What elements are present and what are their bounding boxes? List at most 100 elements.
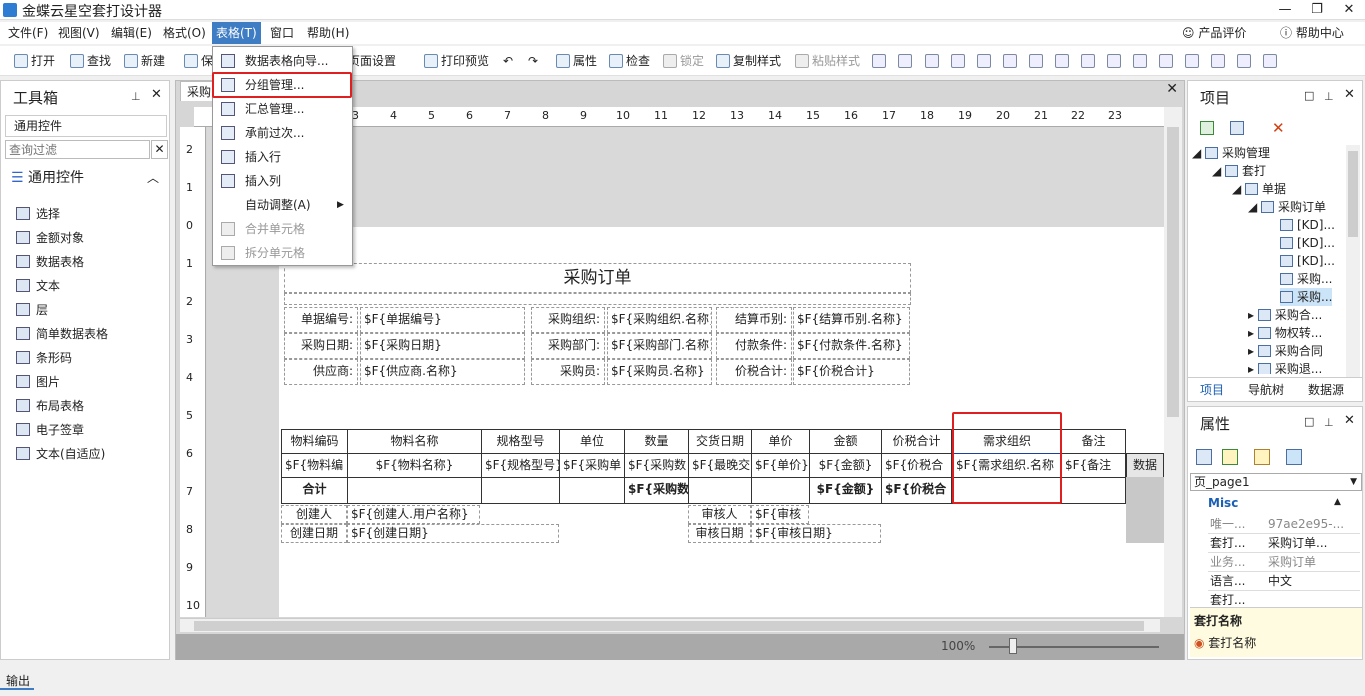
close-document-icon[interactable]: ✕ bbox=[1166, 81, 1178, 97]
detail-cell[interactable]: $F{物料名称} bbox=[347, 453, 482, 478]
footer-value[interactable]: $F{创建人.用户名称} bbox=[347, 505, 480, 524]
toolbox-item-simple-table[interactable]: 简单数据表格 bbox=[16, 323, 108, 345]
page-setup-button[interactable]: 页面设置 bbox=[348, 50, 396, 72]
tree-node[interactable]: [KD]... bbox=[1280, 252, 1335, 270]
save-button[interactable]: 保 bbox=[184, 50, 213, 72]
menu-item-carry-forward[interactable]: 承前过次... bbox=[215, 121, 350, 145]
field-value[interactable]: $F{付款条件.名称} bbox=[793, 333, 910, 359]
delete-icon[interactable]: ✕ bbox=[1272, 119, 1285, 137]
menu-edit[interactable]: 编辑(E) bbox=[107, 22, 156, 44]
menu-item-insert-column[interactable]: 插入列 bbox=[215, 169, 350, 193]
close-panel-icon[interactable]: ✕ bbox=[151, 87, 162, 102]
refresh-icon[interactable] bbox=[1200, 121, 1214, 135]
distribute-vertical-icon[interactable] bbox=[1185, 54, 1199, 68]
column-header[interactable]: 备注 bbox=[1061, 429, 1126, 454]
total-tax[interactable]: $F{价税合 bbox=[881, 477, 952, 504]
detail-cell[interactable]: $F{物料编 bbox=[281, 453, 348, 478]
detail-cell[interactable]: $F{金额} bbox=[809, 453, 882, 478]
sort-alpha-icon[interactable] bbox=[1222, 449, 1238, 465]
toolbox-item-layout-table[interactable]: 布局表格 bbox=[16, 395, 84, 417]
property-row[interactable]: 业务... 采购订单 bbox=[1208, 553, 1360, 572]
field-label[interactable]: 采购员: bbox=[531, 359, 605, 385]
object-selector[interactable]: 页_page1 ▼ bbox=[1190, 473, 1362, 491]
field-label[interactable]: 采购组织: bbox=[531, 307, 605, 333]
clear-filter-icon[interactable]: ✕ bbox=[151, 140, 168, 159]
column-header[interactable]: 规格型号 bbox=[481, 429, 560, 454]
new-button[interactable]: 新建 bbox=[124, 50, 165, 72]
align-middle-icon[interactable] bbox=[951, 54, 965, 68]
property-row[interactable]: 套打... 采购订单... bbox=[1208, 534, 1360, 553]
tree-node[interactable]: ◢ 单据 bbox=[1232, 180, 1286, 198]
detail-cell[interactable]: $F{采购数 bbox=[624, 453, 689, 478]
toolbox-item-data-table[interactable]: 数据表格 bbox=[16, 251, 84, 273]
insert-row-icon[interactable] bbox=[872, 54, 886, 68]
toolbox-item-e-signature[interactable]: 电子签章 bbox=[16, 419, 84, 441]
footer-label[interactable]: 审核人 bbox=[688, 505, 751, 524]
property-row[interactable]: 唯一... 97ae2e95-... bbox=[1208, 515, 1360, 534]
close-window-button[interactable]: ✕ bbox=[1334, 0, 1364, 20]
anchor-icon[interactable] bbox=[1263, 54, 1277, 68]
footer-label[interactable]: 创建日期 bbox=[281, 524, 347, 543]
tree-node[interactable]: ▸ 物权转... bbox=[1248, 324, 1322, 342]
align-left-icon[interactable] bbox=[1003, 54, 1017, 68]
column-header[interactable]: 单位 bbox=[559, 429, 625, 454]
total-cell[interactable] bbox=[751, 477, 810, 504]
zoom-slider-thumb[interactable] bbox=[1009, 638, 1017, 654]
property-row[interactable]: 语言... 中文 bbox=[1208, 572, 1360, 591]
copy-icon[interactable] bbox=[1230, 121, 1244, 135]
scroll-thumb[interactable] bbox=[194, 621, 1144, 631]
total-amount[interactable]: $F{金额} bbox=[809, 477, 882, 504]
tree-node[interactable]: ◢ 套打 bbox=[1212, 162, 1266, 180]
same-size-icon[interactable] bbox=[1133, 54, 1147, 68]
field-label[interactable]: 付款条件: bbox=[716, 333, 792, 359]
tab-data-source[interactable]: 数据源 bbox=[1308, 381, 1344, 398]
copy-style-button[interactable]: 复制样式 bbox=[716, 50, 781, 72]
total-qty[interactable]: $F{采购数 bbox=[624, 477, 689, 504]
menu-window[interactable]: 窗口 bbox=[266, 22, 298, 44]
toolbox-item-auto-text[interactable]: 文本(自适应) bbox=[16, 443, 105, 465]
vertical-scrollbar[interactable] bbox=[1164, 107, 1182, 617]
find-button[interactable]: 查找 bbox=[70, 50, 111, 72]
open-button[interactable]: 打开 bbox=[14, 50, 55, 72]
pin-icon[interactable]: ⊥ bbox=[131, 90, 141, 103]
paste-style-button[interactable]: 粘贴样式 bbox=[795, 50, 860, 72]
toolbox-group-header[interactable]: ☰ 通用控件 bbox=[11, 167, 84, 187]
distribute-horizontal-icon[interactable] bbox=[1159, 54, 1173, 68]
field-value[interactable]: $F{结算币别.名称} bbox=[793, 307, 910, 333]
menu-item-split-cells[interactable]: 拆分单元格 bbox=[215, 241, 350, 265]
field-value[interactable]: $F{采购日期} bbox=[360, 333, 525, 359]
product-review-link[interactable]: ☺ 产品评价 bbox=[1178, 22, 1250, 44]
menu-item-auto-adjust[interactable]: 自动调整(A) ▶ bbox=[215, 193, 350, 217]
tree-node[interactable]: ▸ 采购合... bbox=[1248, 306, 1322, 324]
align-right-icon[interactable] bbox=[1055, 54, 1069, 68]
undo-button[interactable]: ↶ bbox=[503, 50, 513, 72]
tree-node[interactable]: ▸ 采购退... bbox=[1248, 360, 1322, 374]
check-button[interactable]: 检查 bbox=[609, 50, 650, 72]
collapse-icon[interactable]: ▲ bbox=[1334, 497, 1341, 507]
field-value[interactable]: $F{供应商.名称} bbox=[360, 359, 525, 385]
tree-node-selected[interactable]: 采购... bbox=[1280, 288, 1333, 306]
total-cell[interactable] bbox=[481, 477, 560, 504]
toolbox-item-text[interactable]: 文本 bbox=[16, 275, 60, 297]
align-center-icon[interactable] bbox=[1029, 54, 1043, 68]
align-bottom-icon[interactable] bbox=[977, 54, 991, 68]
align-top-icon[interactable] bbox=[925, 54, 939, 68]
menu-item-insert-row[interactable]: 插入行 bbox=[215, 145, 350, 169]
menu-item-summary-management[interactable]: 汇总管理... bbox=[215, 97, 350, 121]
close-panel-icon[interactable]: ✕ bbox=[1344, 87, 1355, 102]
field-label[interactable]: 单据编号: bbox=[284, 307, 358, 333]
restore-button[interactable]: ❐ bbox=[1302, 0, 1332, 20]
field-label[interactable]: 采购部门: bbox=[531, 333, 605, 359]
tree-node[interactable]: 采购... bbox=[1280, 270, 1332, 288]
tree-node[interactable]: ◢ 采购管理 bbox=[1192, 144, 1270, 162]
same-height-icon[interactable] bbox=[1107, 54, 1121, 68]
field-label[interactable]: 价税合计: bbox=[716, 359, 792, 385]
column-header[interactable]: 物料名称 bbox=[347, 429, 482, 454]
events-icon[interactable] bbox=[1286, 449, 1302, 465]
detail-cell[interactable]: $F{采购单 bbox=[559, 453, 625, 478]
toolbox-item-layer[interactable]: 层 bbox=[16, 299, 48, 321]
tree-node[interactable]: [KD]... bbox=[1280, 234, 1335, 252]
footer-label[interactable]: 创建人 bbox=[281, 505, 347, 524]
field-label[interactable]: 采购日期: bbox=[284, 333, 358, 359]
menu-format[interactable]: 格式(O) bbox=[159, 22, 210, 44]
